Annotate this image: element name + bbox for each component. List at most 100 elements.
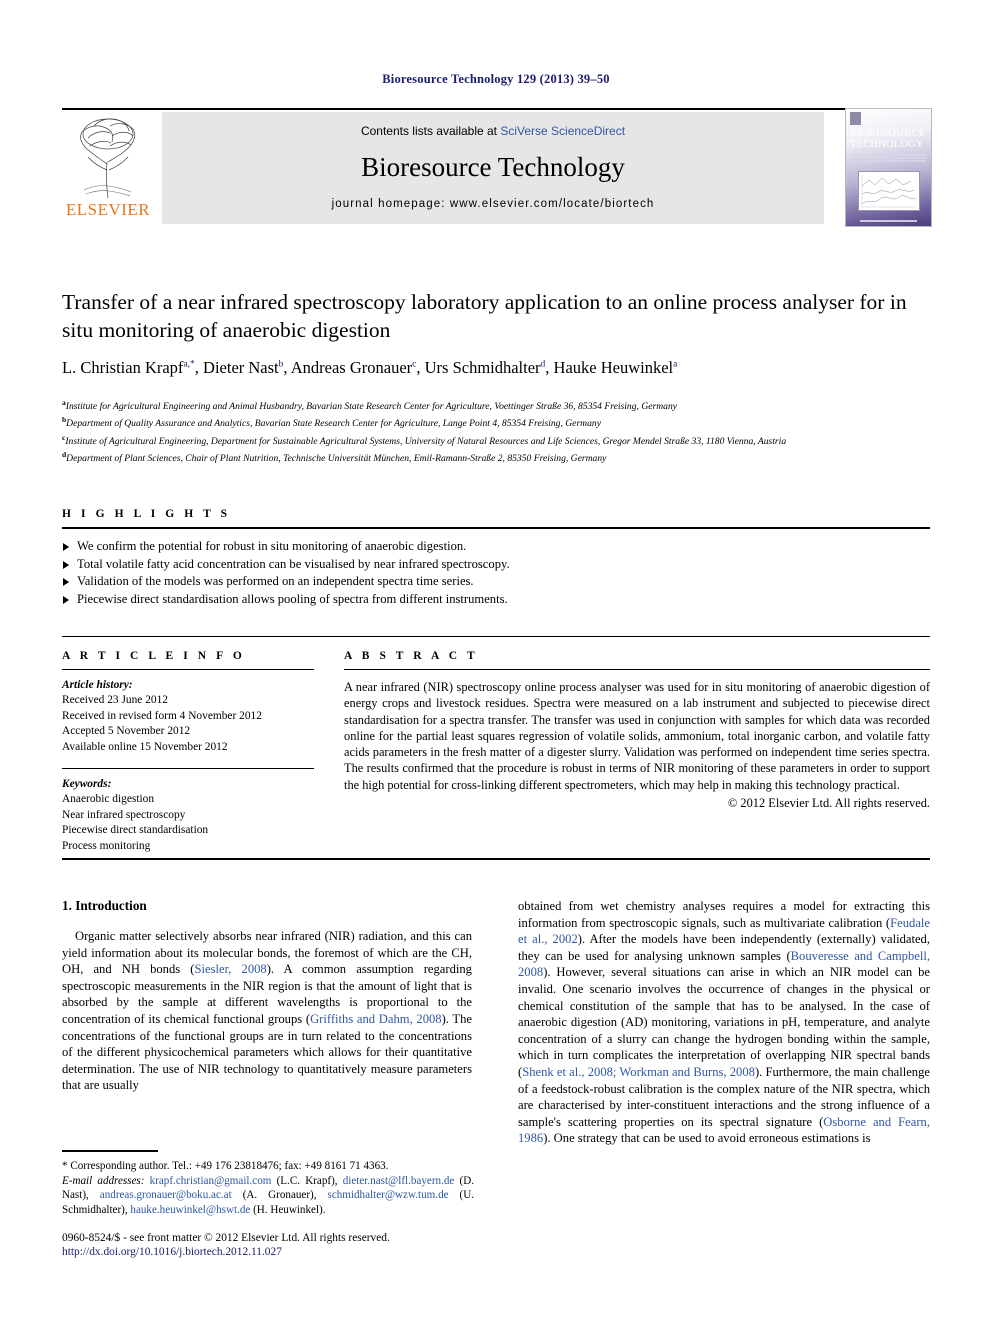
article-history-label: Article history: bbox=[62, 679, 133, 691]
email-address-5[interactable]: hauke.heuwinkel@hswt.de bbox=[130, 1204, 250, 1216]
article-info-section: A R T I C L E I N F O Article history: R… bbox=[62, 650, 314, 854]
body-column-right: obtained from wet chemistry analyses req… bbox=[518, 898, 930, 1147]
intro-paragraph-right: obtained from wet chemistry analyses req… bbox=[518, 898, 930, 1147]
elsevier-wordmark: ELSEVIER bbox=[65, 200, 151, 219]
abstract-rule bbox=[344, 669, 930, 670]
keyword-item: Near infrared spectroscopy bbox=[62, 808, 186, 821]
email-label: E-mail addresses: bbox=[62, 1174, 145, 1187]
author-2-marks: b bbox=[278, 359, 284, 370]
email-owner-3: (A. Gronauer) bbox=[242, 1189, 314, 1202]
history-online: Available online 15 November 2012 bbox=[62, 740, 228, 753]
info-bottom-rule bbox=[62, 858, 930, 860]
journal-masthead: ELSEVIER Contents lists available at Sci… bbox=[62, 108, 932, 227]
citation-griffiths-dahm[interactable]: Griffiths and Dahm, 2008 bbox=[310, 1012, 442, 1026]
footnote-rule bbox=[62, 1150, 158, 1152]
sciencedirect-link[interactable]: SciVerse ScienceDirect bbox=[500, 124, 625, 138]
author-3: Andreas Gronauer bbox=[290, 358, 413, 377]
journal-title: Bioresource Technology bbox=[361, 152, 625, 182]
author-3-marks: c bbox=[412, 359, 417, 370]
affiliation-b-text: Department of Quality Assurance and Anal… bbox=[66, 418, 601, 430]
email-address-3[interactable]: andreas.gronauer@boku.ac.at bbox=[100, 1189, 232, 1201]
highlight-item: Piecewise direct standardisation allows … bbox=[62, 591, 930, 609]
affiliation-c-text: Institute of Agricultural Engineering, D… bbox=[65, 435, 787, 447]
email-address-1[interactable]: krapf.christian@gmail.com bbox=[150, 1175, 272, 1187]
abstract-section: A B S T R A C T A near infrared (NIR) sp… bbox=[344, 650, 930, 811]
highlight-text: Validation of the models was performed o… bbox=[77, 574, 474, 589]
journal-cover-thumbnail: BIORESOURCE TECHNOLOGY bbox=[845, 108, 932, 227]
masthead-top-rule bbox=[62, 108, 930, 110]
cover-subtitle-lines bbox=[851, 154, 926, 164]
abstract-copyright: © 2012 Elsevier Ltd. All rights reserved… bbox=[727, 796, 930, 811]
journal-homepage[interactable]: journal homepage: www.elsevier.com/locat… bbox=[162, 198, 824, 210]
author-5-marks: a bbox=[673, 359, 678, 370]
author-1-marks: a,* bbox=[183, 359, 195, 370]
triangle-bullet-icon bbox=[63, 543, 69, 551]
email-owner-5: (H. Heuwinkel) bbox=[253, 1203, 323, 1216]
affiliation-b: bDepartment of Quality Assurance and Ana… bbox=[62, 413, 930, 430]
journal-article-page: Bioresource Technology 129 (2013) 39–50 bbox=[0, 0, 992, 1323]
contents-prefix: Contents lists available at bbox=[360, 124, 501, 138]
keywords-label: Keywords: bbox=[62, 778, 112, 791]
highlight-item: Validation of the models was performed o… bbox=[62, 573, 930, 591]
cover-logo-mark bbox=[850, 112, 861, 125]
article-title: Transfer of a near infrared spectroscopy… bbox=[62, 290, 907, 342]
article-info-rule bbox=[62, 669, 314, 670]
contents-line: Contents lists available at SciVerse Sci… bbox=[162, 124, 824, 138]
email-address-4[interactable]: schmidhalter@wzw.tum.de bbox=[328, 1189, 449, 1201]
email-note: E-mail addresses: krapf.christian@gmail.… bbox=[62, 1174, 475, 1216]
article-history-block: Article history: Received 23 June 2012 R… bbox=[62, 678, 314, 755]
masthead-banner: Contents lists available at SciVerse Sci… bbox=[162, 112, 824, 224]
article-info-heading: A R T I C L E I N F O bbox=[62, 650, 246, 662]
author-4: Urs Schmidhalter bbox=[424, 358, 541, 377]
citation-shenk-workman[interactable]: Shenk et al., 2008; Workman and Burns, 2… bbox=[522, 1065, 755, 1079]
intro-text-f: ). However, several situations can arise… bbox=[518, 965, 930, 1079]
highlight-text: Piecewise direct standardisation allows … bbox=[77, 591, 508, 606]
body-column-left: 1. Introduction Organic matter selective… bbox=[62, 898, 472, 1094]
triangle-bullet-icon bbox=[63, 560, 69, 569]
highlight-item: We confirm the potential for robust in s… bbox=[62, 538, 930, 556]
triangle-bullet-icon bbox=[63, 578, 69, 587]
highlight-item: Total volatile fatty acid concentration … bbox=[62, 556, 930, 574]
running-head: Bioresource Technology 129 (2013) 39–50 bbox=[382, 72, 610, 86]
affiliation-d-text: Department of Plant Sciences, Chair of P… bbox=[66, 453, 607, 465]
elsevier-logo: ELSEVIER bbox=[62, 112, 154, 224]
keyword-item: Anaerobic digestion bbox=[62, 793, 155, 806]
author-4-marks: d bbox=[540, 359, 546, 370]
affiliation-a: aInstitute for Agricultural Engineering … bbox=[62, 396, 930, 413]
affiliation-a-text: Institute for Agricultural Engineering a… bbox=[65, 401, 678, 413]
intro-text-h: ). One strategy that can be used to avoi… bbox=[543, 1131, 871, 1146]
keywords-rule bbox=[62, 768, 314, 770]
affiliation-c: cInstitute of Agricultural Engineering, … bbox=[62, 431, 930, 448]
highlight-text: Total volatile fatty acid concentration … bbox=[77, 556, 510, 571]
corresponding-author-note: * Corresponding author. Tel.: +49 176 23… bbox=[62, 1160, 389, 1172]
affiliation-list: aInstitute for Agricultural Engineering … bbox=[62, 396, 930, 466]
section-heading-introduction: 1. Introduction bbox=[62, 898, 147, 913]
highlights-rule bbox=[62, 527, 930, 529]
abstract-heading: A B S T R A C T bbox=[344, 650, 479, 662]
cover-title: BIORESOURCE TECHNOLOGY bbox=[850, 128, 926, 150]
citation-siesler[interactable]: Siesler, 2008 bbox=[195, 962, 267, 976]
cover-figure bbox=[858, 171, 920, 211]
affiliation-d: dDepartment of Plant Sciences, Chair of … bbox=[62, 448, 930, 465]
cover-footer-bar bbox=[860, 220, 917, 222]
author-1: L. Christian Krapf bbox=[62, 358, 184, 377]
author-2: Dieter Nast bbox=[203, 358, 279, 377]
author-list: L. Christian Krapfa,*, Dieter Nastb, And… bbox=[62, 358, 678, 377]
email-owner-1: (L.C. Krapf) bbox=[276, 1174, 335, 1187]
doi-link[interactable]: http://dx.doi.org/10.1016/j.biortech.201… bbox=[62, 1245, 492, 1259]
issn-line: 0960-8524/$ - see front matter © 2012 El… bbox=[62, 1232, 390, 1244]
history-accepted: Accepted 5 November 2012 bbox=[62, 725, 191, 738]
highlights-section: H I G H L I G H T S We confirm the poten… bbox=[62, 508, 930, 608]
intro-paragraph-left: Organic matter selectively absorbs near … bbox=[62, 928, 472, 1094]
email-address-2[interactable]: dieter.nast@lfl.bayern.de bbox=[343, 1175, 455, 1187]
abstract-text: A near infrared (NIR) spectroscopy onlin… bbox=[344, 680, 930, 792]
keyword-item: Piecewise direct standardisation bbox=[62, 824, 209, 837]
author-5: Hauke Heuwinkel bbox=[553, 358, 674, 377]
keyword-item: Process monitoring bbox=[62, 839, 151, 852]
intro-text-d: obtained from wet chemistry analyses req… bbox=[518, 899, 930, 930]
elsevier-tree-icon bbox=[66, 112, 150, 200]
highlight-text: We confirm the potential for robust in s… bbox=[77, 539, 467, 553]
history-revised: Received in revised form 4 November 2012 bbox=[62, 709, 262, 722]
triangle-bullet-icon bbox=[63, 595, 69, 604]
imprint-block: 0960-8524/$ - see front matter © 2012 El… bbox=[62, 1231, 492, 1260]
